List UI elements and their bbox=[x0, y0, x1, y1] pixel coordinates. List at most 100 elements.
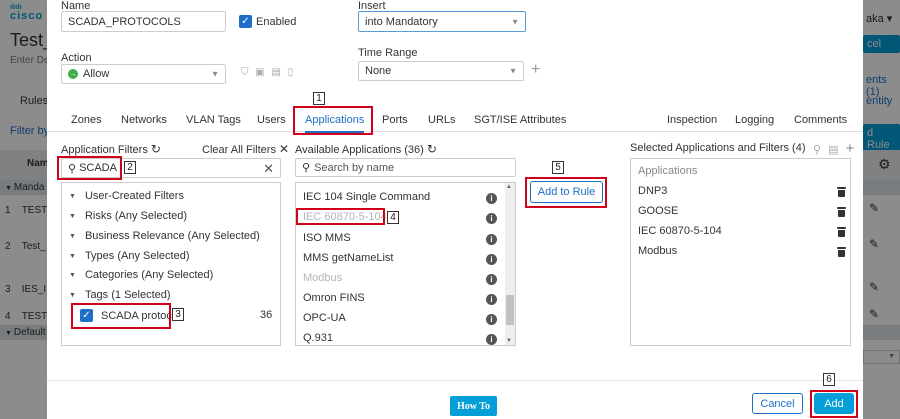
list-item: IEC 60870-5-104 bbox=[638, 225, 722, 237]
list-item[interactable]: OPC-UA bbox=[303, 312, 346, 324]
scroll-up-icon: ▲ bbox=[506, 184, 512, 190]
highlight-add-button bbox=[810, 390, 858, 418]
rule-tabs: Zones Networks VLAN Tags Users Applicati… bbox=[47, 110, 863, 133]
add-time-range-icon[interactable]: + bbox=[531, 61, 540, 79]
caret-down-icon: ▼ bbox=[69, 252, 76, 260]
highlight-applications-tab bbox=[293, 106, 373, 135]
available-applications-title: Available Applications (36) ↻ bbox=[295, 142, 437, 156]
info-icon[interactable]: i bbox=[486, 193, 497, 204]
action-value: Allow bbox=[83, 68, 110, 80]
available-search-input[interactable]: ⚲ Search by name bbox=[295, 158, 516, 177]
available-applications-list: IEC 104 Single Command i IEC 60870-5-104… bbox=[295, 182, 516, 346]
highlight-filter-search bbox=[57, 156, 122, 180]
list-item: DNP3 bbox=[638, 185, 668, 197]
how-to-button[interactable]: How To bbox=[450, 396, 497, 416]
time-range-label: Time Range bbox=[358, 47, 418, 59]
tab-networks[interactable]: Networks bbox=[121, 114, 167, 126]
highlight-scada-tag bbox=[71, 303, 171, 329]
callout-number: 6 bbox=[823, 373, 835, 386]
clear-all-filters-link[interactable]: Clear All Filters ✕ bbox=[202, 142, 289, 156]
trash-icon[interactable] bbox=[837, 227, 846, 237]
list-item[interactable]: IEC 104 Single Command bbox=[303, 191, 430, 203]
chevron-down-icon: ▼ bbox=[509, 66, 517, 76]
insert-select[interactable]: into Mandatory ▼ bbox=[358, 11, 526, 32]
action-label: Action bbox=[61, 52, 92, 64]
trash-icon[interactable] bbox=[837, 207, 846, 217]
info-icon[interactable]: i bbox=[486, 234, 497, 245]
tab-vlan-tags[interactable]: VLAN Tags bbox=[186, 114, 241, 126]
tab-urls[interactable]: URLs bbox=[428, 114, 456, 126]
action-select[interactable]: → Allow ▼ bbox=[61, 64, 226, 84]
editing-rule-modal: Name SCADA_PROTOCOLS ✓ Enabled Insert int… bbox=[47, 0, 863, 419]
callout-number: 5 bbox=[552, 161, 564, 174]
list-item[interactable]: Modbus bbox=[303, 272, 342, 284]
list-item[interactable]: Q.931 bbox=[303, 332, 333, 344]
filter-item-business-relevance[interactable]: ▼ Business Relevance (Any Selected) bbox=[69, 230, 260, 242]
info-icon[interactable]: i bbox=[486, 213, 497, 224]
chevron-down-icon: ▼ bbox=[211, 69, 219, 79]
time-range-select[interactable]: None ▼ bbox=[358, 61, 524, 81]
filter-item-risks[interactable]: ▼ Risks (Any Selected) bbox=[69, 210, 187, 222]
scrollbar-thumb[interactable] bbox=[506, 295, 514, 325]
add-icon: + bbox=[845, 140, 857, 157]
filter-item-user-created[interactable]: ▼ User-Created Filters bbox=[69, 190, 184, 202]
time-range-value: None bbox=[365, 65, 392, 77]
clear-search-icon[interactable]: ✕ bbox=[263, 161, 274, 177]
trash-icon[interactable] bbox=[837, 247, 846, 257]
refresh-icon: ↻ bbox=[150, 142, 161, 156]
filter-item-categories[interactable]: ▼ Categories (Any Selected) bbox=[69, 269, 213, 281]
callout-number: 3 bbox=[172, 308, 184, 321]
list-item: Modbus bbox=[638, 245, 678, 257]
application-filters-title: Application Filters ↻ bbox=[61, 142, 161, 156]
selected-applications-title: Selected Applications and Filters (4) bbox=[630, 142, 806, 154]
list-item: GOOSE bbox=[638, 205, 679, 217]
info-icon[interactable]: i bbox=[486, 294, 497, 305]
caret-down-icon: ▼ bbox=[69, 232, 76, 240]
cancel-button[interactable]: Cancel bbox=[752, 393, 803, 414]
tab-zones[interactable]: Zones bbox=[71, 114, 102, 126]
filter-item-tags[interactable]: ▼ Tags (1 Selected) bbox=[69, 289, 171, 301]
highlight-iec-app bbox=[296, 208, 385, 225]
selected-heading: Applications bbox=[638, 165, 698, 177]
trash-icon[interactable] bbox=[837, 187, 846, 197]
info-icon[interactable]: i bbox=[486, 254, 497, 265]
tab-comments[interactable]: Comments bbox=[794, 114, 847, 126]
info-icon[interactable]: i bbox=[486, 334, 497, 345]
logging-icons[interactable]: ⛉ ▣ ▤ ▯ bbox=[241, 67, 295, 78]
callout-number: 1 bbox=[313, 92, 325, 105]
highlight-add-to-rule bbox=[525, 177, 607, 208]
allow-icon: → bbox=[68, 69, 78, 79]
tag-count: 36 bbox=[260, 309, 273, 321]
scroll-down-icon: ▼ bbox=[506, 338, 512, 344]
tab-logging[interactable]: Logging bbox=[735, 114, 774, 126]
list-item[interactable]: ISO MMS bbox=[303, 232, 351, 244]
available-search-placeholder: Search by name bbox=[314, 161, 395, 174]
callout-number: 4 bbox=[387, 211, 399, 224]
list-item[interactable]: Omron FINS bbox=[303, 292, 365, 304]
tab-users[interactable]: Users bbox=[257, 114, 286, 126]
selected-toolbar-icons[interactable]: ⚲ ▤ + bbox=[813, 140, 856, 157]
info-icon[interactable]: i bbox=[486, 274, 497, 285]
info-icon[interactable]: i bbox=[486, 314, 497, 325]
refresh-icon: ↻ bbox=[426, 142, 437, 156]
enabled-checkbox[interactable]: ✓ Enabled bbox=[239, 15, 296, 28]
chevron-down-icon: ▼ bbox=[511, 17, 519, 26]
caret-down-icon: ▼ bbox=[69, 271, 76, 279]
caret-down-icon: ▼ bbox=[69, 212, 76, 220]
enabled-label: Enabled bbox=[256, 15, 297, 28]
filter-item-types[interactable]: ▼ Types (Any Selected) bbox=[69, 250, 190, 262]
name-input[interactable]: SCADA_PROTOCOLS bbox=[61, 11, 226, 32]
caret-down-icon: ▼ bbox=[69, 192, 76, 200]
scrollbar[interactable]: ▲ ▼ bbox=[505, 183, 515, 345]
tab-inspection[interactable]: Inspection bbox=[667, 114, 717, 126]
tab-ports[interactable]: Ports bbox=[382, 114, 408, 126]
selected-applications-list: Applications DNP3 GOOSE IEC 60870-5-104 … bbox=[630, 158, 851, 346]
check-icon: ✓ bbox=[239, 15, 252, 28]
insert-value: into Mandatory bbox=[365, 15, 438, 28]
close-icon: ✕ bbox=[279, 142, 290, 156]
caret-down-icon: ▼ bbox=[69, 291, 76, 299]
search-icon: ⚲ bbox=[302, 162, 311, 174]
footer-divider bbox=[47, 380, 863, 381]
list-item[interactable]: MMS getNameList bbox=[303, 252, 393, 264]
tab-sgt-ise-attributes[interactable]: SGT/ISE Attributes bbox=[474, 114, 566, 126]
